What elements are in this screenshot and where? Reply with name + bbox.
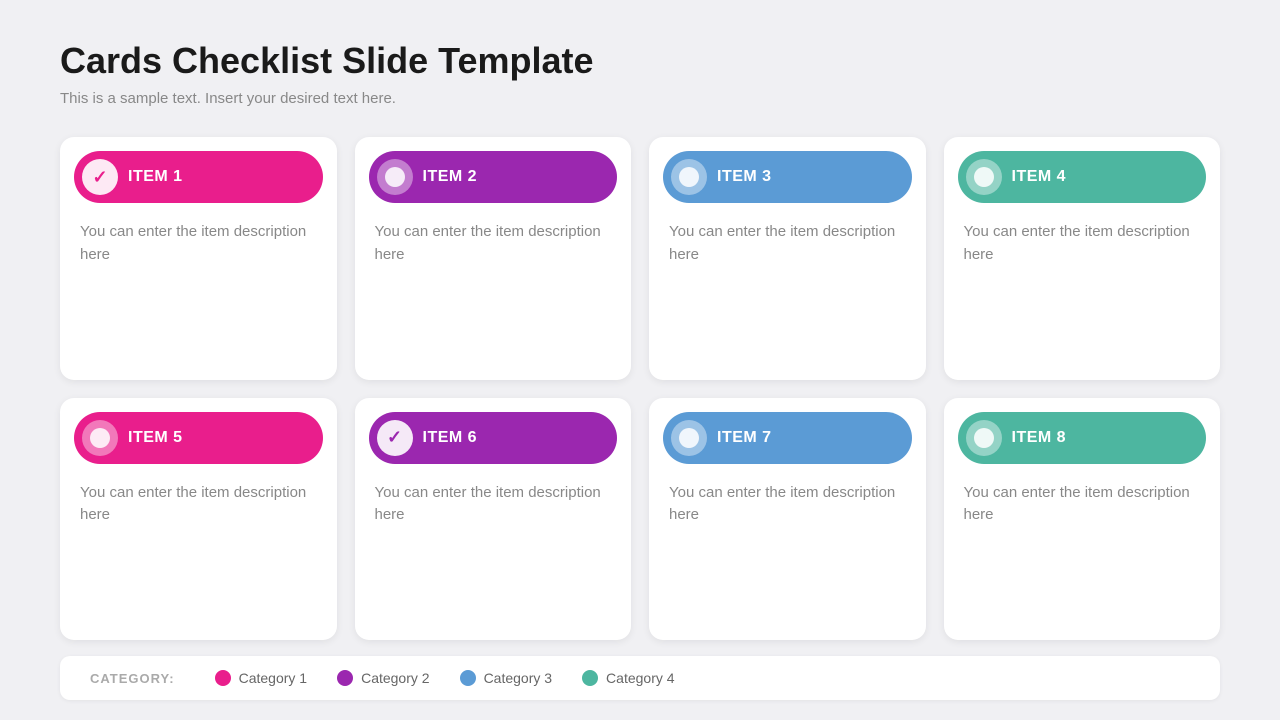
card-description: You can enter the item description here (649, 203, 926, 360)
legend-item-purple: Category 2 (337, 670, 429, 686)
card-item-8[interactable]: ITEM 8 You can enter the item descriptio… (944, 398, 1221, 641)
card-header: ITEM 2 (369, 151, 618, 203)
card-header: ITEM 5 (74, 412, 323, 464)
page-title: Cards Checklist Slide Template (60, 40, 1220, 82)
card-header: ITEM 4 (958, 151, 1207, 203)
legend-item-blue: Category 3 (460, 670, 552, 686)
card-description: You can enter the item description here (355, 203, 632, 360)
circle-icon (377, 159, 413, 195)
card-item-1[interactable]: ✓ ITEM 1 You can enter the item descript… (60, 137, 337, 380)
card-item-4[interactable]: ITEM 4 You can enter the item descriptio… (944, 137, 1221, 380)
check-icon: ✓ (82, 159, 118, 195)
card-header: ITEM 3 (663, 151, 912, 203)
legend-dot (460, 670, 476, 686)
card-description: You can enter the item description here (944, 203, 1221, 360)
legend-dot (215, 670, 231, 686)
card-title: ITEM 7 (717, 429, 772, 447)
card-title: ITEM 1 (128, 168, 183, 186)
card-item-7[interactable]: ITEM 7 You can enter the item descriptio… (649, 398, 926, 641)
card-header: ✓ ITEM 6 (369, 412, 618, 464)
legend-item-pink: Category 1 (215, 670, 307, 686)
legend-text: Category 3 (484, 670, 552, 686)
circle-icon (82, 420, 118, 456)
legend-text: Category 4 (606, 670, 674, 686)
card-item-2[interactable]: ITEM 2 You can enter the item descriptio… (355, 137, 632, 380)
card-title: ITEM 8 (1012, 429, 1067, 447)
card-title: ITEM 4 (1012, 168, 1067, 186)
card-description: You can enter the item description here (649, 464, 926, 621)
circle-icon (671, 420, 707, 456)
circle-icon (966, 420, 1002, 456)
legend-bar: CATEGORY: Category 1 Category 2 Category… (60, 656, 1220, 700)
card-item-6[interactable]: ✓ ITEM 6 You can enter the item descript… (355, 398, 632, 641)
legend-item-teal: Category 4 (582, 670, 674, 686)
card-header: ITEM 7 (663, 412, 912, 464)
legend-dot (582, 670, 598, 686)
page-subtitle: This is a sample text. Insert your desir… (60, 90, 1220, 107)
check-icon: ✓ (377, 420, 413, 456)
legend-text: Category 1 (239, 670, 307, 686)
card-header: ITEM 8 (958, 412, 1207, 464)
legend-label: CATEGORY: (90, 671, 175, 686)
circle-icon (966, 159, 1002, 195)
card-description: You can enter the item description here (355, 464, 632, 621)
card-item-3[interactable]: ITEM 3 You can enter the item descriptio… (649, 137, 926, 380)
circle-icon (671, 159, 707, 195)
legend-text: Category 2 (361, 670, 429, 686)
card-description: You can enter the item description here (60, 203, 337, 360)
card-title: ITEM 6 (423, 429, 478, 447)
card-item-5[interactable]: ITEM 5 You can enter the item descriptio… (60, 398, 337, 641)
card-description: You can enter the item description here (60, 464, 337, 621)
card-description: You can enter the item description here (944, 464, 1221, 621)
card-title: ITEM 3 (717, 168, 772, 186)
card-header: ✓ ITEM 1 (74, 151, 323, 203)
card-title: ITEM 2 (423, 168, 478, 186)
card-title: ITEM 5 (128, 429, 183, 447)
cards-grid: ✓ ITEM 1 You can enter the item descript… (60, 137, 1220, 640)
legend-dot (337, 670, 353, 686)
